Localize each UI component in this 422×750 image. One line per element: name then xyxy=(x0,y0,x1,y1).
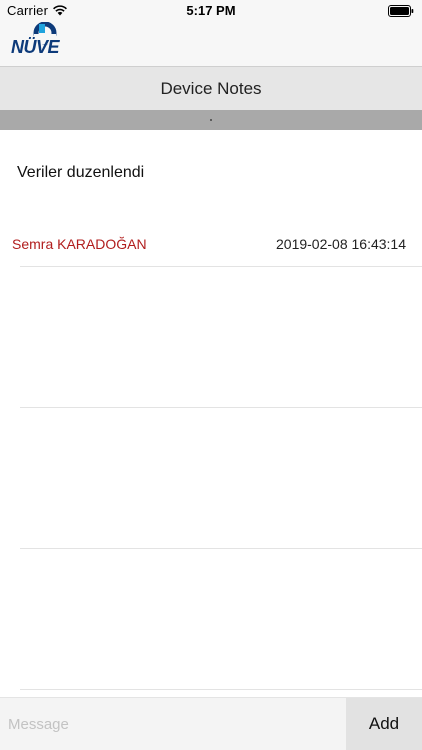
note-text: Veriler duzenlendi xyxy=(17,164,145,181)
message-composer: Add xyxy=(0,697,422,750)
header-divider xyxy=(0,110,422,130)
row-separator xyxy=(20,548,422,549)
nuve-logo: NÜVE xyxy=(11,21,67,57)
note-author: Semra KARADOĞAN xyxy=(12,236,147,252)
page-title: Device Notes xyxy=(160,79,262,98)
status-bar: Carrier 5:17 PM xyxy=(0,0,422,22)
row-separator xyxy=(20,266,422,267)
message-input[interactable] xyxy=(0,698,346,750)
row-separator xyxy=(20,689,422,690)
note-meta-row: Semra KARADOĞAN 2019-02-08 16:43:14 xyxy=(0,226,422,266)
row-separator xyxy=(20,407,422,408)
logo-text: NÜVE xyxy=(11,37,60,57)
note-date: 2019-02-08 16:43:14 xyxy=(276,236,406,252)
logo-bar: NÜVE xyxy=(0,21,422,66)
header: Device Notes xyxy=(0,66,422,110)
battery-icon xyxy=(388,5,414,17)
status-time: 5:17 PM xyxy=(186,3,236,18)
strip-dot xyxy=(210,119,212,121)
add-button[interactable]: Add xyxy=(346,698,422,750)
